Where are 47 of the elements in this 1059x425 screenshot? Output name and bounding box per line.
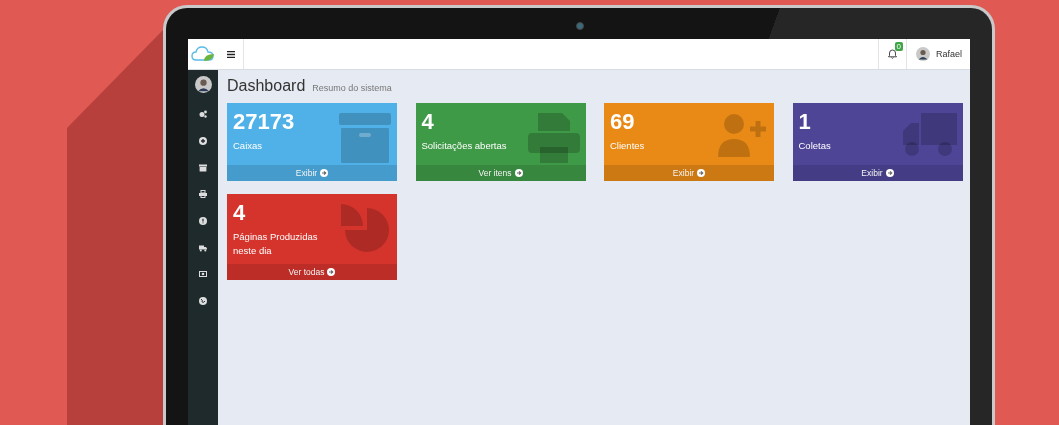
truck-icon — [902, 113, 957, 157]
truck-icon — [199, 243, 207, 252]
arrow-circle-icon — [885, 169, 894, 177]
cloud-leaf-logo-icon — [191, 46, 215, 62]
card-link-text: Exibir — [672, 168, 695, 178]
alert-icon — [199, 217, 207, 226]
card-link-text: Exibir — [861, 168, 883, 178]
card-link-text: Ver todas — [288, 267, 325, 277]
menu-icon — [226, 50, 235, 58]
card-link-text: Ver itens — [478, 168, 512, 178]
arrow-circle-icon — [697, 169, 706, 177]
bell-icon — [888, 49, 897, 59]
page-subtitle: Resumo do sistema — [312, 83, 392, 93]
card-footer-link[interactable]: Exibir — [604, 165, 774, 181]
printer-icon — [527, 113, 580, 163]
card-link-text: Exibir — [295, 168, 318, 178]
card-footer-link[interactable]: Ver itens — [415, 165, 586, 181]
arrow-circle-icon — [327, 268, 336, 276]
stat-label: Páginas Produzidas neste dia — [233, 230, 319, 258]
stat-value: 1 — [798, 109, 812, 135]
plus-circle-icon — [199, 137, 207, 146]
camera-icon — [576, 22, 584, 30]
avatar-icon — [194, 76, 212, 93]
notification-badge: 0 — [894, 42, 903, 51]
card-footer-link[interactable]: Ver todas — [227, 264, 397, 280]
stat-value: 4 — [233, 200, 247, 226]
arrow-circle-icon — [320, 169, 329, 177]
user-add-icon — [718, 113, 768, 157]
arrow-circle-icon — [514, 169, 523, 177]
stat-label: Coletas — [798, 139, 831, 153]
stat-value: 27173 — [233, 109, 295, 135]
page-title: Dashboard — [227, 77, 306, 95]
stat-value: 69 — [610, 109, 636, 135]
avatar-icon — [916, 47, 930, 61]
archive-icon — [199, 163, 207, 172]
notifications-button[interactable]: 0 — [878, 39, 906, 69]
card-footer-link[interactable]: Exibir — [227, 165, 397, 181]
gears-icon — [199, 110, 207, 119]
stat-label: Clientes — [610, 139, 645, 153]
printer-icon — [199, 190, 207, 199]
archive-box-icon — [339, 113, 391, 163]
stat-label: Solicitações abertas — [421, 139, 507, 153]
stat-label: Caixas — [233, 139, 264, 153]
banknote-icon — [199, 270, 207, 279]
pie-chart-icon — [341, 204, 391, 254]
stat-value: 4 — [421, 109, 435, 135]
card-footer-link[interactable]: Exibir — [792, 165, 963, 181]
